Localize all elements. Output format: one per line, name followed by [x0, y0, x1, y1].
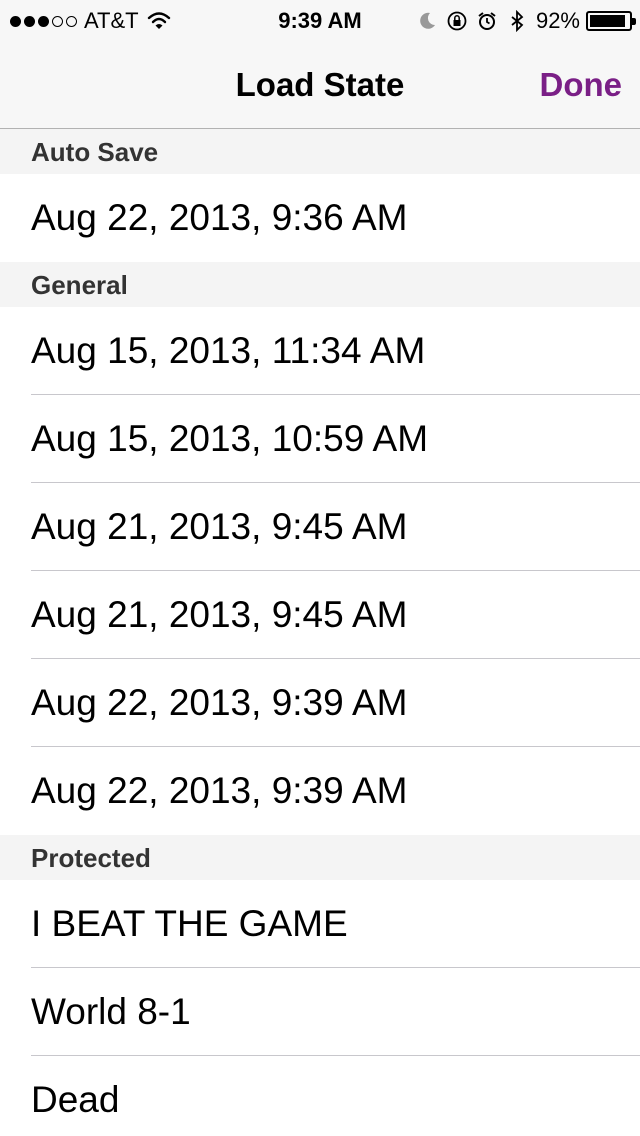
save-state-label: Aug 22, 2013, 9:39 AM — [31, 682, 408, 723]
moon-icon — [420, 12, 435, 29]
save-state-label: Aug 15, 2013, 11:34 AM — [31, 330, 426, 371]
save-state-row[interactable]: Aug 21, 2013, 9:45 AM — [0, 483, 640, 571]
done-button[interactable]: Done — [540, 66, 623, 104]
section-header: General — [0, 262, 640, 307]
battery-percent: 92% — [535, 8, 580, 33]
save-state-row[interactable]: World 8-1 — [0, 968, 640, 1056]
navigation-bar: Load State Done — [0, 40, 640, 128]
load-state-list: Auto Save Aug 22, 2013, 9:36 AM General Aug… — [0, 129, 640, 1136]
save-state-row[interactable]: Aug 22, 2013, 9:36 AM — [0, 174, 640, 262]
save-state-row[interactable]: Dead — [0, 1056, 640, 1136]
save-state-row[interactable]: Aug 15, 2013, 10:59 AM — [0, 395, 640, 483]
save-state-row[interactable]: I BEAT THE GAME — [0, 880, 640, 968]
battery-fill — [590, 15, 625, 27]
save-state-row[interactable]: Aug 22, 2013, 9:39 AM — [0, 659, 640, 747]
save-state-row[interactable]: Aug 15, 2013, 11:34 AM — [0, 307, 640, 395]
save-state-label: Aug 22, 2013, 9:36 AM — [31, 197, 408, 238]
battery-nub — [632, 18, 636, 25]
save-state-label: Aug 22, 2013, 9:39 AM — [31, 770, 408, 811]
bluetooth-icon — [511, 10, 524, 32]
alarm-icon — [478, 12, 496, 30]
save-state-row[interactable]: Aug 22, 2013, 9:39 AM — [0, 747, 640, 835]
save-state-label: World 8-1 — [31, 991, 191, 1032]
status-bar: AT&T 9:39 AM 92% — [0, 0, 640, 40]
save-state-label: Aug 15, 2013, 10:59 AM — [31, 418, 429, 459]
status-right: 92% — [408, 8, 636, 34]
save-state-label: Aug 21, 2013, 9:45 AM — [31, 506, 408, 547]
rotation-lock-icon — [447, 11, 467, 31]
save-state-label: Dead — [31, 1079, 120, 1120]
section-header: Protected — [0, 835, 640, 880]
save-state-row[interactable]: Aug 21, 2013, 9:45 AM — [0, 571, 640, 659]
save-state-label: Aug 21, 2013, 9:45 AM — [31, 594, 408, 635]
battery-icon — [586, 11, 636, 31]
top-bar: AT&T 9:39 AM 92% Load State Done — [0, 0, 640, 129]
save-state-label: I BEAT THE GAME — [31, 903, 348, 944]
section-header: Auto Save — [0, 129, 640, 174]
